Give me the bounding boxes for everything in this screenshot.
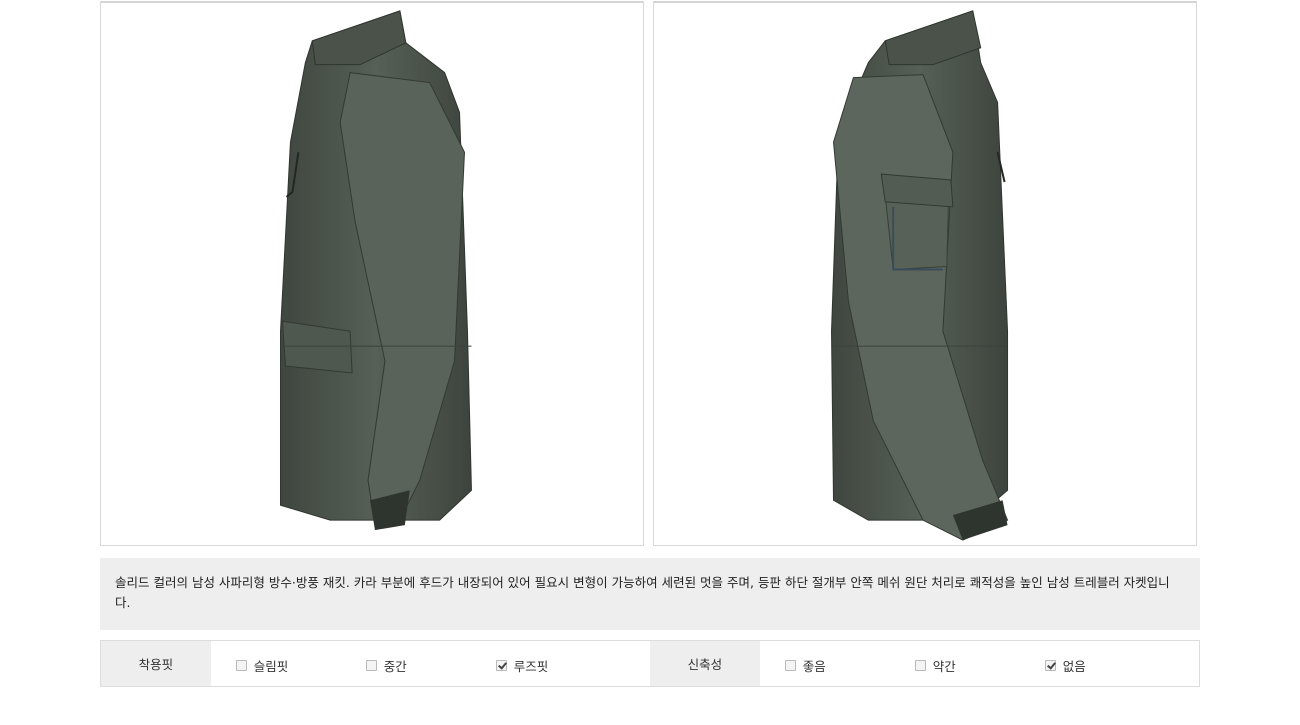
checkbox-icon[interactable] — [784, 660, 796, 671]
option-stretch-good[interactable]: 좋음 — [784, 656, 826, 675]
checkbox-checked-icon[interactable] — [1044, 660, 1056, 671]
product-description: 솔리드 컬러의 남성 사파리형 방수·방풍 재킷. 카라 부분에 후드가 내장되… — [100, 558, 1200, 630]
checkbox-icon[interactable] — [365, 660, 377, 671]
option-stretch-none[interactable]: 없음 — [1044, 656, 1086, 675]
jacket-illustration-left — [280, 10, 472, 531]
option-label: 약간 — [932, 659, 956, 674]
product-image-side-left[interactable] — [100, 1, 644, 546]
option-label: 좋음 — [802, 659, 826, 674]
spec-options-stretch: 좋음 약간 없음 — [760, 641, 1199, 686]
option-stretch-slight[interactable]: 약간 — [914, 656, 956, 675]
jacket-illustration-right — [831, 10, 1009, 541]
spec-label-stretch: 신축성 — [650, 641, 760, 686]
checkbox-checked-icon[interactable] — [495, 660, 507, 671]
checkbox-icon[interactable] — [914, 660, 926, 671]
option-label: 중간 — [383, 659, 407, 674]
option-label: 슬림핏 — [253, 659, 289, 674]
option-medium-fit[interactable]: 중간 — [365, 656, 407, 675]
spec-options-fit: 슬림핏 중간 루즈핏 — [211, 641, 650, 686]
checkbox-icon[interactable] — [235, 660, 247, 671]
option-slim-fit[interactable]: 슬림핏 — [235, 656, 289, 675]
spec-table: 착용핏 슬림핏 중간 루즈핏 신축성 좋음 약간 없음 — [100, 640, 1200, 687]
spec-label-fit: 착용핏 — [101, 641, 211, 686]
option-label: 없음 — [1062, 659, 1086, 674]
option-label: 루즈핏 — [513, 659, 549, 674]
option-loose-fit[interactable]: 루즈핏 — [495, 656, 549, 675]
product-image-side-right[interactable] — [653, 1, 1197, 546]
